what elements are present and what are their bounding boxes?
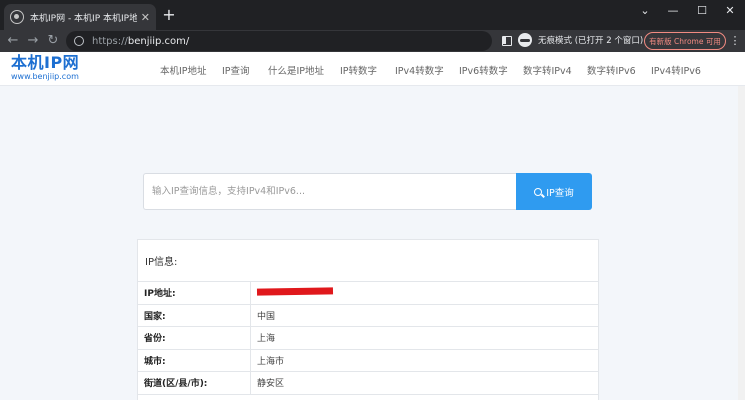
table-row: 街道(区/县/市): 静安区 [138,372,598,395]
nav-item-ip-lookup[interactable]: IP查询 [222,63,250,77]
maximize-icon[interactable]: ☐ [687,0,717,20]
nav-item-ip-to-number[interactable]: IP转数字 [340,63,377,77]
nav-item-number-to-ipv4[interactable]: 数字转IPv4 [523,63,572,77]
row-key: 城市: [138,349,251,371]
logo-domain: www.benjiip.com [11,72,79,81]
browser-tab[interactable]: 本机IP网 - 本机IP 本机IP地址 本 ✕ [4,4,156,30]
side-panel-icon[interactable] [502,36,512,46]
browser-toolbar: ← → ↻ https://benjiip.com/ 无痕模式 (已打开 2 个… [0,30,745,52]
reload-icon[interactable]: ↻ [44,32,62,50]
close-icon[interactable]: ✕ [141,11,150,24]
chevron-down-icon[interactable]: ⌄ [630,0,660,20]
site-logo[interactable]: 本机IP网 www.benjiip.com [11,54,79,82]
nav-item-what-is-ip[interactable]: 什么是IP地址 [268,63,324,77]
row-key: 国家: [138,304,251,326]
incognito-icon [518,33,532,47]
globe-icon [10,10,24,24]
nav-item-local-ip[interactable]: 本机IP地址 [160,63,207,77]
site-info-icon[interactable] [74,36,84,46]
nav-item-ipv6-to-number[interactable]: IPv6转数字 [459,63,508,77]
row-value: 中国 [257,311,276,322]
close-window-icon[interactable]: ✕ [715,0,745,20]
nav-item-number-to-ipv6[interactable]: 数字转IPv6 [587,63,636,77]
logo-text: 本机IP网 [11,53,80,72]
minimize-icon[interactable]: — [658,0,688,20]
redaction-mark [256,287,334,296]
update-chrome-button[interactable]: 有新版 Chrome 可用 [644,32,726,50]
row-key: IP地址: [138,282,251,304]
table-row: IP地址: [138,282,598,305]
table-row: 城市: 上海市 [138,349,598,372]
nav-item-ipv4-to-number[interactable]: IPv4转数字 [395,63,444,77]
incognito-indicator[interactable]: 无痕模式 (已打开 2 个窗口) [518,33,643,47]
row-value: 上海市 [257,356,285,367]
nav-item-ipv4-to-ipv6[interactable]: IPv4转IPv6 [651,63,701,77]
more-menu-icon[interactable]: ⋮ [729,33,741,49]
back-arrow-icon[interactable]: ← [4,32,22,50]
ip-info-table: IP信息: IP地址: 国家: 中国 省份: 上海 城市: 上海市 街道(区/县… [137,239,599,400]
ip-info-title: IP信息: [138,240,598,282]
search-icon [534,187,543,196]
table-row: 国家: 中国 [138,304,598,327]
tab-title: 本机IP网 - 本机IP 本机IP地址 本 [30,13,137,24]
row-value: 静安区 [257,379,285,390]
url-text: https://benjiip.com/ [92,35,190,47]
ip-search-button[interactable]: IP查询 [516,173,592,210]
row-value-ip [251,287,334,298]
row-key: 街道(区/县/市): [138,372,251,394]
table-row: 省份: 上海 [138,327,598,350]
search-button-label: IP查询 [546,187,574,199]
new-tab-button[interactable]: + [160,6,178,24]
forward-arrow-icon[interactable]: → [24,32,42,50]
ip-search-input[interactable] [143,173,516,210]
ip-search-form: IP查询 [143,173,592,210]
row-value: 上海 [257,334,276,345]
incognito-label: 无痕模式 (已打开 2 个窗口) [538,36,644,46]
row-key: 省份: [138,327,251,349]
address-bar[interactable]: https://benjiip.com/ [66,31,492,51]
site-header: 本机IP网 www.benjiip.com 本机IP地址 IP查询 什么是IP地… [0,52,745,86]
title-bar: 本机IP网 - 本机IP 本机IP地址 本 ✕ + ⌄ — ☐ ✕ [0,0,745,30]
page-scrollbar[interactable] [738,86,745,400]
